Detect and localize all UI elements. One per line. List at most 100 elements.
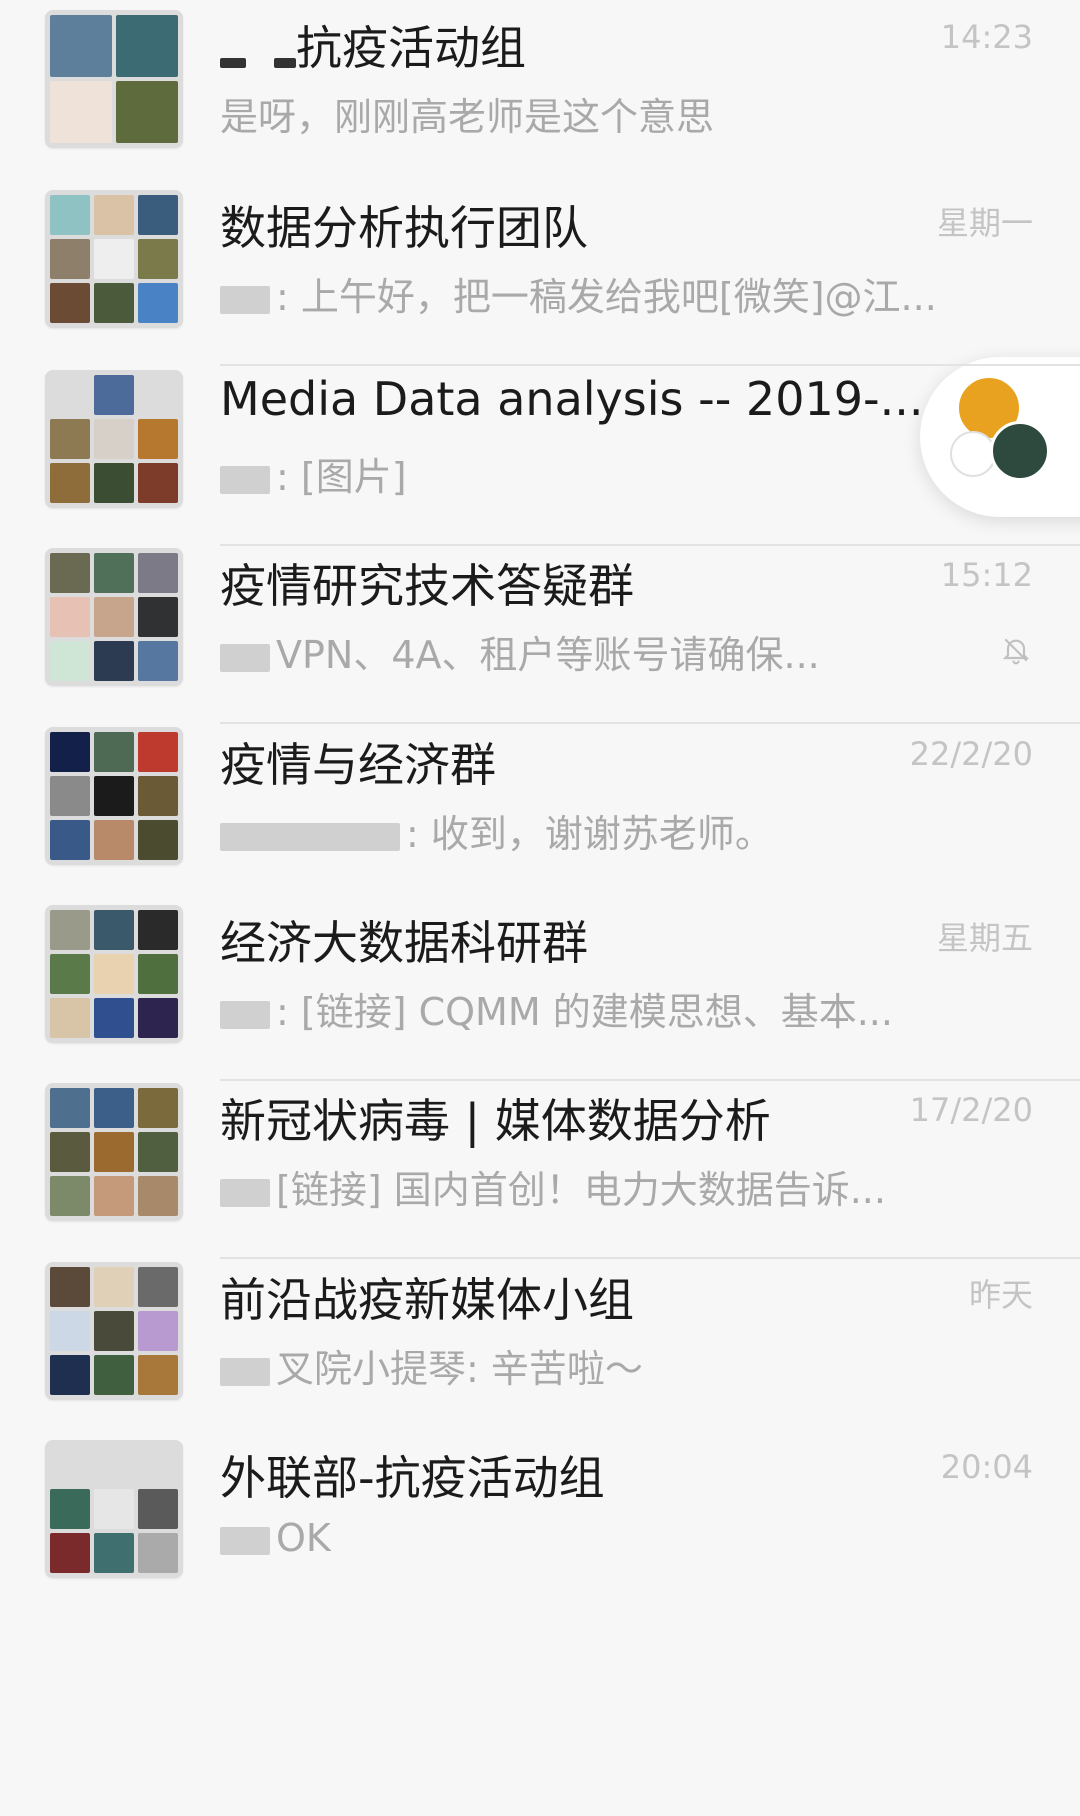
avatar-tile (116, 81, 178, 143)
avatar-tile (138, 1533, 178, 1573)
chat-preview-text: OK (276, 1516, 331, 1560)
avatar-tile (138, 998, 178, 1038)
redacted-sender (220, 822, 400, 851)
chat-timestamp: 20:04 (940, 1448, 1033, 1486)
avatar-tile (94, 776, 134, 816)
chat-row[interactable]: 疫情与经济群 22/2/20 : 收到，谢谢苏老师。 (0, 717, 1080, 924)
avatar-tile (138, 1176, 178, 1216)
avatar-tile (50, 239, 90, 279)
avatar-tile (138, 1088, 178, 1128)
avatar-tile (50, 641, 90, 681)
avatar-tile (50, 553, 90, 593)
chat-row[interactable]: Media Data analysis -- 2019-... : [图片] (0, 360, 1080, 567)
chat-row[interactable]: 数据分析执行团队 星期一: 上午好，把一稿发给我吧[微笑]@江... (0, 180, 1080, 387)
chat-row[interactable]: 新冠状病毒 | 媒体数据分析 17/2/20 [链接] 国内首创！电力大数据告诉..… (0, 1073, 1080, 1280)
chat-title-text: 疫情与经济群 (220, 738, 496, 792)
avatar-tile (94, 283, 134, 323)
avatar-tile (50, 1132, 90, 1172)
redacted-text (220, 58, 246, 68)
avatar-tile (94, 954, 134, 994)
avatar-tile (94, 239, 134, 279)
avatar-tile (138, 1132, 178, 1172)
avatar-tile (94, 820, 134, 860)
chat-preview-text: : 收到，谢谢苏老师。 (406, 812, 773, 856)
group-avatar (45, 548, 183, 686)
avatar-tile (138, 419, 178, 459)
chat-preview: 是呀，刚刚高老师是这个意思 (220, 86, 714, 141)
chat-title-text: 新冠状病毒 | 媒体数据分析 (220, 1094, 771, 1148)
group-avatar (45, 370, 183, 508)
avatar-tile (50, 998, 90, 1038)
chat-preview: OK (220, 1516, 331, 1560)
avatar-tile (94, 732, 134, 772)
avatar-tile (50, 910, 90, 950)
group-avatar (45, 10, 183, 148)
avatar-tile (50, 1267, 90, 1307)
avatar-tile (138, 195, 178, 235)
avatar-tile (94, 641, 134, 681)
avatar-tile (94, 1311, 134, 1351)
chat-preview-text: 是呀，刚刚高老师是这个意思 (220, 95, 715, 139)
chat-timestamp: 22/2/20 (909, 735, 1033, 773)
avatar-tile (138, 641, 178, 681)
chat-title-text: 经济大数据科研群 (220, 916, 588, 970)
chat-title: 外联部-抗疫活动组 (220, 1442, 605, 1508)
group-avatar (45, 1083, 183, 1221)
chat-list: 抗疫活动组 14:23 是呀，刚刚高老师是这个意思 数据分析执行团队 星期一: 上午好，… (0, 0, 1080, 1816)
chat-preview: : [链接] CQMM 的建模思想、基本... (220, 981, 893, 1036)
chat-title-text: 前沿战疫新媒体小组 (220, 1273, 634, 1327)
chat-row[interactable]: 外联部-抗疫活动组 20:04 OK (0, 1430, 1080, 1637)
chat-preview: : [图片] (220, 446, 407, 501)
avatar-tile (94, 1132, 134, 1172)
avatar-tile (50, 954, 90, 994)
avatar-tile (50, 15, 112, 77)
chat-title-text: 数据分析执行团队 (220, 201, 588, 255)
chat-timestamp: 14:23 (940, 18, 1033, 56)
chat-row[interactable]: 抗疫活动组 14:23 是呀，刚刚高老师是这个意思 (0, 0, 1080, 207)
avatar-tile (50, 1489, 90, 1529)
avatar-tile (94, 1176, 134, 1216)
redacted-sender (220, 1357, 270, 1386)
avatar-tile (50, 419, 90, 459)
avatar-tile (94, 910, 134, 950)
mute-bell-icon (1002, 638, 1030, 665)
chat-preview-text: 叉院小提琴: 辛苦啦～ (276, 1347, 643, 1391)
avatar-tile (116, 15, 178, 77)
group-avatar (45, 190, 183, 328)
avatar-tile (50, 1533, 90, 1573)
avatar-tile (50, 283, 90, 323)
chat-title: 前沿战疫新媒体小组 (220, 1264, 634, 1330)
avatar-tile (50, 1445, 90, 1485)
avatar-tile (50, 195, 90, 235)
chat-row[interactable]: 经济大数据科研群 星期五: [链接] CQMM 的建模思想、基本... (0, 895, 1080, 1102)
chat-timestamp: 15:12 (940, 556, 1033, 594)
redacted-text (274, 58, 296, 68)
avatar-tile (94, 375, 134, 415)
avatar-tile (94, 1355, 134, 1395)
group-avatar (45, 905, 183, 1043)
redacted-sender (220, 643, 270, 672)
avatar-tile (138, 283, 178, 323)
avatar-tile (138, 463, 178, 503)
chat-title-text: 外联部-抗疫活动组 (220, 1451, 605, 1505)
group-avatar (45, 727, 183, 865)
chat-title-text: Media Data analysis -- 2019-... (220, 372, 920, 426)
avatar-tile (138, 375, 178, 415)
avatar-tile (94, 998, 134, 1038)
avatar-tile (94, 1267, 134, 1307)
avatar-tile (138, 776, 178, 816)
avatar-tile (94, 1445, 134, 1485)
chat-title: 数据分析执行团队 (220, 192, 588, 258)
avatar-tile (50, 81, 112, 143)
avatar-tile (50, 820, 90, 860)
chat-timestamp: 星期一 (936, 204, 1033, 242)
redacted-sender (220, 285, 270, 314)
chat-row[interactable]: 疫情研究技术答疑群 15:12 VPN、4A、租户等账号请确保... (0, 538, 1080, 745)
avatar-tile (50, 1311, 90, 1351)
group-avatar (45, 1262, 183, 1400)
redacted-sender (220, 1526, 270, 1555)
chat-preview-text: : [链接] CQMM 的建模思想、基本... (276, 990, 893, 1034)
chat-row[interactable]: 前沿战疫新媒体小组 昨天 叉院小提琴: 辛苦啦～ (0, 1252, 1080, 1459)
chat-title: 新冠状病毒 | 媒体数据分析 (220, 1085, 771, 1151)
avatar-tile (94, 1088, 134, 1128)
